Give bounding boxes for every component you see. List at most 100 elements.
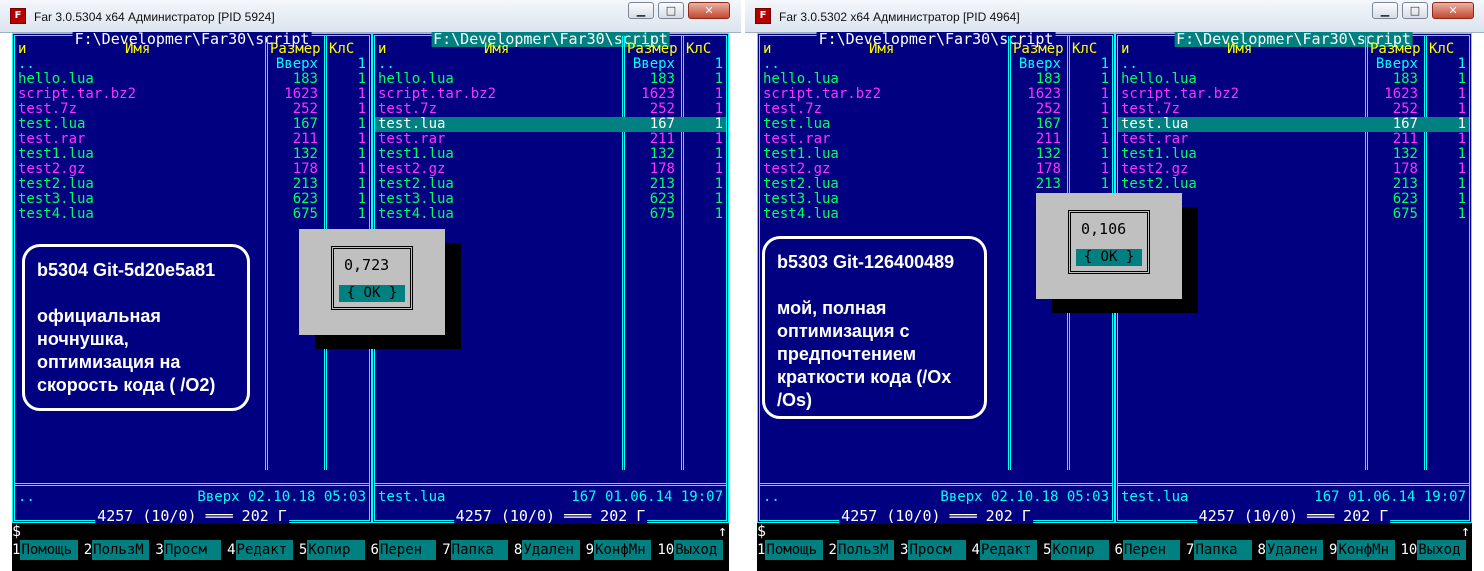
function-key-bar[interactable]: 1 Помощь 2 ПользМ 3 Просм 4 Редакт 5 Копир 6 Перен 7…: [12, 540, 729, 560]
fkey-2-button[interactable]: 2 ПользМ: [84, 540, 156, 560]
fkey-3-button[interactable]: 3 Просм: [155, 540, 227, 560]
fkey-9-button[interactable]: 9 КонфМн: [586, 540, 658, 560]
file-row[interactable]: test.7z 252 1: [1118, 102, 1469, 117]
file-row[interactable]: script.tar.bz2 1623 1: [760, 87, 1112, 102]
column-header-mark[interactable]: и: [1121, 42, 1129, 57]
file-row[interactable]: test2.gz 178 1: [760, 162, 1112, 177]
column-header-size[interactable]: Размер: [270, 42, 321, 57]
title-bar[interactable]: F Far 3.0.5304 x64 Администратор [PID 59…: [0, 0, 741, 33]
fkey-6-button[interactable]: 6 Перен: [1115, 540, 1187, 560]
column-header-mark[interactable]: и: [378, 42, 386, 57]
file-row[interactable]: test1.lua 132 1: [1118, 147, 1469, 162]
column-header-size[interactable]: Размер: [1013, 42, 1064, 57]
column-header-mark[interactable]: и: [763, 42, 771, 57]
minimize-button[interactable]: ▁: [1372, 2, 1398, 19]
column-header-size[interactable]: Размер: [1370, 42, 1421, 57]
file-row[interactable]: test3.lua 623 1: [375, 192, 726, 207]
far-window-5304[interactable]: F Far 3.0.5304 x64 Администратор [PID 59…: [0, 0, 741, 571]
column-header-clusters[interactable]: КлС: [1429, 42, 1454, 57]
file-row[interactable]: test2.lua 213 1: [15, 177, 369, 192]
fkey-10-button[interactable]: 10 Выход: [1401, 540, 1473, 560]
file-row[interactable]: test.lua 167 1: [760, 117, 1112, 132]
column-header-name[interactable]: Имя: [869, 42, 894, 57]
title-bar[interactable]: F Far 3.0.5302 x64 Администратор [PID 49…: [745, 0, 1484, 33]
file-row[interactable]: test2.gz 178 1: [1118, 162, 1469, 177]
fkey-8-button[interactable]: 8 Удален: [514, 540, 586, 560]
file-row[interactable]: test.rar 211 1: [760, 132, 1112, 147]
file-row-selected[interactable]: test.lua 167 1: [375, 117, 726, 132]
column-header-clusters[interactable]: КлС: [1072, 42, 1097, 57]
file-row[interactable]: test1.lua 132 1: [375, 147, 726, 162]
file-row[interactable]: test.lua 167 1: [15, 117, 369, 132]
file-row[interactable]: test2.gz 178 1: [375, 162, 726, 177]
column-header-clusters[interactable]: КлС: [329, 42, 354, 57]
file-list[interactable]: .. Вверх 1 hello.lua 183 1 script.tar.bz2 1623 1…: [375, 57, 726, 222]
close-button[interactable]: ✕: [1432, 2, 1474, 19]
fkey-3-button[interactable]: 3 Просм: [900, 540, 972, 560]
maximize-button[interactable]: □: [658, 2, 684, 19]
column-header-name[interactable]: Имя: [125, 42, 150, 57]
file-row[interactable]: test.7z 252 1: [15, 102, 369, 117]
file-row[interactable]: script.tar.bz2 1623 1: [1118, 87, 1469, 102]
fkey-7-button[interactable]: 7 Папка: [442, 540, 514, 560]
file-row[interactable]: script.tar.bz2 1623 1: [15, 87, 369, 102]
fkey-4-button[interactable]: 4 Редакт: [227, 540, 299, 560]
fkey-6-button[interactable]: 6 Перен: [371, 540, 443, 560]
close-button[interactable]: ✕: [688, 2, 730, 19]
file-row[interactable]: hello.lua 183 1: [1118, 72, 1469, 87]
column-header-name[interactable]: Имя: [484, 42, 509, 57]
far-app-icon[interactable]: F: [755, 8, 771, 24]
fkey-9-button[interactable]: 9 КонфМн: [1329, 540, 1401, 560]
file-row[interactable]: .. Вверх 1: [15, 57, 369, 72]
maximize-button[interactable]: □: [1402, 2, 1428, 19]
file-row[interactable]: test1.lua 132 1: [15, 147, 369, 162]
file-row[interactable]: test1.lua 132 1: [760, 147, 1112, 162]
file-row[interactable]: test.rar 211 1: [1118, 132, 1469, 147]
far-app-icon[interactable]: F: [10, 8, 26, 24]
fkey-5-button[interactable]: 5 Копир: [299, 540, 371, 560]
fkey-2-button[interactable]: 2 ПользМ: [829, 540, 901, 560]
fkey-10-button[interactable]: 10 Выход: [657, 540, 729, 560]
file-row[interactable]: test.7z 252 1: [375, 102, 726, 117]
column-header-mark[interactable]: и: [18, 42, 26, 57]
file-row[interactable]: .. Вверх 1: [375, 57, 726, 72]
scroll-up-arrow[interactable]: ↑: [1461, 523, 1470, 540]
console-area[interactable]: F:\Developmer\Far30\script и Имя Размер КлС.…: [757, 32, 1472, 571]
function-key-bar[interactable]: 1 Помощь 2 ПользМ 3 Просм 4 Редакт 5 Копир 6 Перен 7…: [757, 540, 1472, 560]
scroll-up-arrow[interactable]: ↑: [718, 523, 727, 540]
file-row[interactable]: test2.lua 213 1: [1118, 177, 1469, 192]
fkey-4-button[interactable]: 4 Редакт: [972, 540, 1044, 560]
file-row[interactable]: test4.lua 675 1: [15, 207, 369, 222]
file-row[interactable]: script.tar.bz2 1623 1: [375, 87, 726, 102]
column-header-name[interactable]: Имя: [1227, 42, 1252, 57]
fkey-8-button[interactable]: 8 Удален: [1258, 540, 1330, 560]
file-row-selected[interactable]: test.lua 167 1: [1118, 117, 1469, 132]
file-row[interactable]: test2.gz 178 1: [15, 162, 369, 177]
file-row[interactable]: test.7z 252 1: [760, 102, 1112, 117]
fkey-7-button[interactable]: 7 Папка: [1186, 540, 1258, 560]
fkey-5-button[interactable]: 5 Копир: [1043, 540, 1115, 560]
file-row[interactable]: test2.lua 213 1: [760, 177, 1112, 192]
file-row[interactable]: test3.lua 623 1: [15, 192, 369, 207]
file-row[interactable]: .. Вверх 1: [760, 57, 1112, 72]
minimize-button[interactable]: ▁: [628, 2, 654, 19]
ok-button[interactable]: { OK }: [1076, 249, 1142, 266]
file-list[interactable]: .. Вверх 1 hello.lua 183 1 script.tar.bz2 1623 1…: [15, 57, 369, 222]
file-row[interactable]: test.rar 211 1: [375, 132, 726, 147]
command-line[interactable]: $ ↑: [12, 523, 729, 540]
console-area[interactable]: F:\Developmer\Far30\script и Имя Размер КлС.…: [12, 32, 729, 571]
far-window-5302[interactable]: F Far 3.0.5302 x64 Администратор [PID 49…: [745, 0, 1484, 571]
file-row[interactable]: hello.lua 183 1: [15, 72, 369, 87]
file-row[interactable]: hello.lua 183 1: [760, 72, 1112, 87]
ok-button[interactable]: { OK }: [339, 285, 405, 302]
fkey-1-button[interactable]: 1 Помощь: [12, 540, 84, 560]
file-row[interactable]: hello.lua 183 1: [375, 72, 726, 87]
column-header-clusters[interactable]: КлС: [686, 42, 711, 57]
file-row[interactable]: test4.lua 675 1: [375, 207, 726, 222]
result-dialog[interactable]: 0,723 { OK }: [299, 229, 445, 335]
file-row[interactable]: .. Вверх 1: [1118, 57, 1469, 72]
fkey-1-button[interactable]: 1 Помощь: [757, 540, 829, 560]
result-dialog[interactable]: 0,106 { OK }: [1036, 193, 1182, 299]
command-line[interactable]: $ ↑: [757, 523, 1472, 540]
file-row[interactable]: test2.lua 213 1: [375, 177, 726, 192]
